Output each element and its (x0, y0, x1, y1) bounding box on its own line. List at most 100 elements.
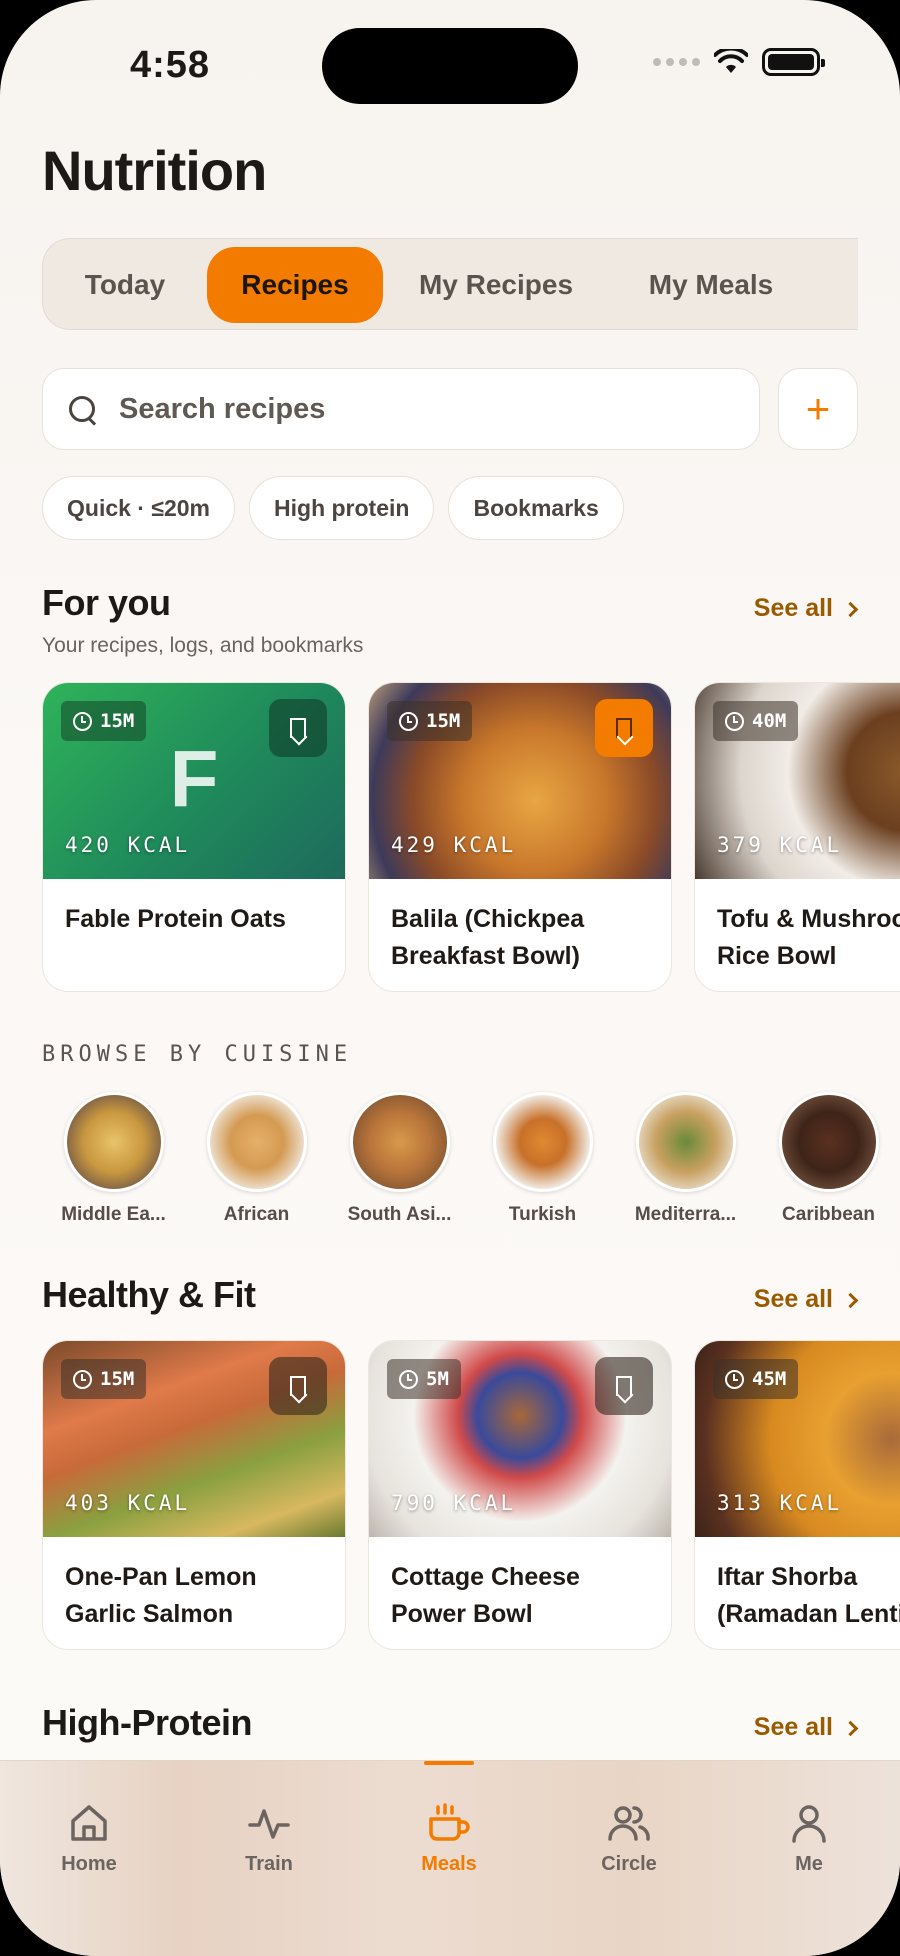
tab-today[interactable]: Today (51, 247, 199, 323)
time-label: 45M (752, 1368, 787, 1390)
kcal-label: 429 KCAL (391, 833, 517, 857)
recipe-card[interactable]: 5M 790 KCAL Cottage Cheese Power Bowl (368, 1340, 672, 1650)
tabbar-label: Train (245, 1853, 293, 1875)
kcal-label: 420 KCAL (65, 833, 191, 857)
cuisine-caribbean[interactable]: Caribbean (757, 1092, 900, 1226)
add-recipe-button[interactable]: + (778, 368, 858, 450)
cuisine-label: Turkish (508, 1204, 577, 1225)
bookmark-button[interactable] (595, 1357, 653, 1415)
time-badge: 15M (61, 1359, 147, 1399)
chevron-right-icon (842, 601, 859, 618)
wifi-icon (714, 49, 748, 73)
tabbar-circle[interactable]: Circle (569, 1801, 689, 1876)
search-icon (67, 394, 97, 424)
see-all-label: See all (753, 1285, 833, 1313)
cuisine-label: African (223, 1204, 290, 1225)
tab-my-meals[interactable]: My Meals (613, 247, 809, 323)
cuisine-turkish[interactable]: Turkish (471, 1092, 614, 1226)
cuisine-label: Middle Ea... (61, 1204, 166, 1225)
recipe-image: 40M 379 KCAL (695, 683, 900, 879)
cuisine-list: Middle Ea... African South Asi... Turkis… (42, 1092, 900, 1226)
app-screen: 4:58 Nutrition Today Recipes My Recipes … (0, 0, 900, 1956)
cup-icon (429, 1803, 470, 1841)
tabbar-label: Meals (421, 1853, 477, 1875)
recipe-image: 15M 429 KCAL (369, 683, 671, 879)
cuisine-south-asian[interactable]: South Asi... (328, 1092, 471, 1226)
filter-chips: Quick · ≤20m High protein Bookmarks (42, 476, 624, 540)
cuisine-middle-eastern[interactable]: Middle Ea... (42, 1092, 185, 1226)
tab-my-recipes[interactable]: My Recipes (393, 247, 599, 323)
cuisine-label: Caribbean (782, 1204, 875, 1225)
time-label: 5M (426, 1368, 449, 1390)
bookmark-filled-icon (616, 718, 632, 738)
filter-quick-chip[interactable]: Quick · ≤20m (42, 476, 236, 540)
time-badge: 40M (713, 701, 799, 741)
bookmark-icon (290, 1376, 306, 1396)
recipe-image: F 15M 420 KCAL (43, 683, 345, 879)
chevron-right-icon (842, 1720, 859, 1737)
tabbar-home[interactable]: Home (29, 1801, 149, 1876)
home-icon (71, 1805, 107, 1841)
filter-bookmarks-chip[interactable]: Bookmarks (448, 476, 624, 540)
bookmark-icon (290, 718, 306, 738)
dynamic-island (322, 28, 578, 104)
recipe-image: 45M 313 KCAL (695, 1341, 900, 1537)
clock-icon (73, 1369, 92, 1389)
cellular-signal-icon (653, 58, 700, 66)
for-you-carousel: F 15M 420 KCAL Fable Protein Oats 15M 42… (42, 682, 900, 992)
see-all-label: See all (753, 1713, 833, 1741)
recipe-card[interactable]: 15M 429 KCAL Balila (Chickpea Breakfast … (368, 682, 672, 992)
recipe-name: Cottage Cheese Power Bowl (391, 1563, 580, 1628)
tab-recipes[interactable]: Recipes (207, 247, 383, 323)
tabbar-me[interactable]: Me (749, 1801, 869, 1876)
bookmark-button[interactable] (269, 699, 327, 757)
browse-by-cuisine-label: BROWSE BY CUISINE (42, 1042, 353, 1067)
time-label: 15M (100, 710, 135, 732)
high-protein-title: High-Protein (42, 1702, 252, 1743)
clock-icon (399, 1369, 418, 1389)
high-protein-see-all-link[interactable]: See all (753, 1713, 859, 1742)
recipe-name: Balila (Chickpea Breakfast Bowl) (391, 905, 585, 970)
tabbar-train[interactable]: Train (209, 1801, 329, 1876)
recipe-name: Tofu & Mushroom Rice Bowl (717, 905, 900, 970)
for-you-title: For you (42, 582, 171, 623)
cuisine-image (349, 1092, 450, 1192)
healthy-fit-title: Healthy & Fit (42, 1274, 256, 1315)
filter-high-protein-chip[interactable]: High protein (249, 476, 435, 540)
recipe-card[interactable]: F 15M 420 KCAL Fable Protein Oats (42, 682, 346, 992)
recipe-card[interactable]: 40M 379 KCAL Tofu & Mushroom Rice Bowl (694, 682, 900, 992)
bookmark-button[interactable] (269, 1357, 327, 1415)
tabbar-meals[interactable]: Meals (389, 1761, 509, 1876)
recipe-image: 5M 790 KCAL (369, 1341, 671, 1537)
search-input[interactable] (119, 392, 719, 426)
cuisine-image (635, 1092, 736, 1192)
cuisine-image (206, 1092, 307, 1192)
for-you-see-all-link[interactable]: See all (754, 594, 859, 623)
time-badge: 15M (61, 701, 147, 741)
bookmark-button[interactable] (595, 699, 653, 757)
cuisine-image (492, 1092, 593, 1192)
time-label: 15M (100, 1368, 135, 1390)
time-badge: 45M (713, 1359, 799, 1399)
status-time: 4:58 (130, 44, 211, 86)
healthy-fit-see-all-link[interactable]: See all (753, 1285, 859, 1314)
recipe-name: Iftar Shorba (Ramadan Lentil (717, 1563, 900, 1628)
time-label: 15M (426, 710, 461, 732)
cuisine-image (63, 1092, 164, 1192)
for-you-subtitle: Your recipes, logs, and bookmarks (42, 634, 364, 657)
bookmark-icon (616, 1376, 632, 1396)
tabbar-label: Me (795, 1853, 823, 1875)
kcal-label: 379 KCAL (717, 833, 843, 857)
recipe-card[interactable]: 45M 313 KCAL Iftar Shorba (Ramadan Lenti… (694, 1340, 900, 1650)
chevron-right-icon (842, 1292, 859, 1309)
cuisine-mediterranean[interactable]: Mediterra... (614, 1092, 757, 1226)
recipe-card[interactable]: 15M 403 KCAL One-Pan Lemon Garlic Salmon (42, 1340, 346, 1650)
cuisine-african[interactable]: African (185, 1092, 328, 1226)
time-badge: 5M (387, 1359, 461, 1399)
cuisine-label: South Asi... (347, 1204, 452, 1225)
segment-tabs: Today Recipes My Recipes My Meals (42, 238, 858, 330)
healthy-fit-carousel: 15M 403 KCAL One-Pan Lemon Garlic Salmon… (42, 1340, 900, 1650)
clock-icon (73, 711, 92, 731)
time-label: 40M (752, 710, 787, 732)
recipe-name: Fable Protein Oats (65, 905, 286, 933)
